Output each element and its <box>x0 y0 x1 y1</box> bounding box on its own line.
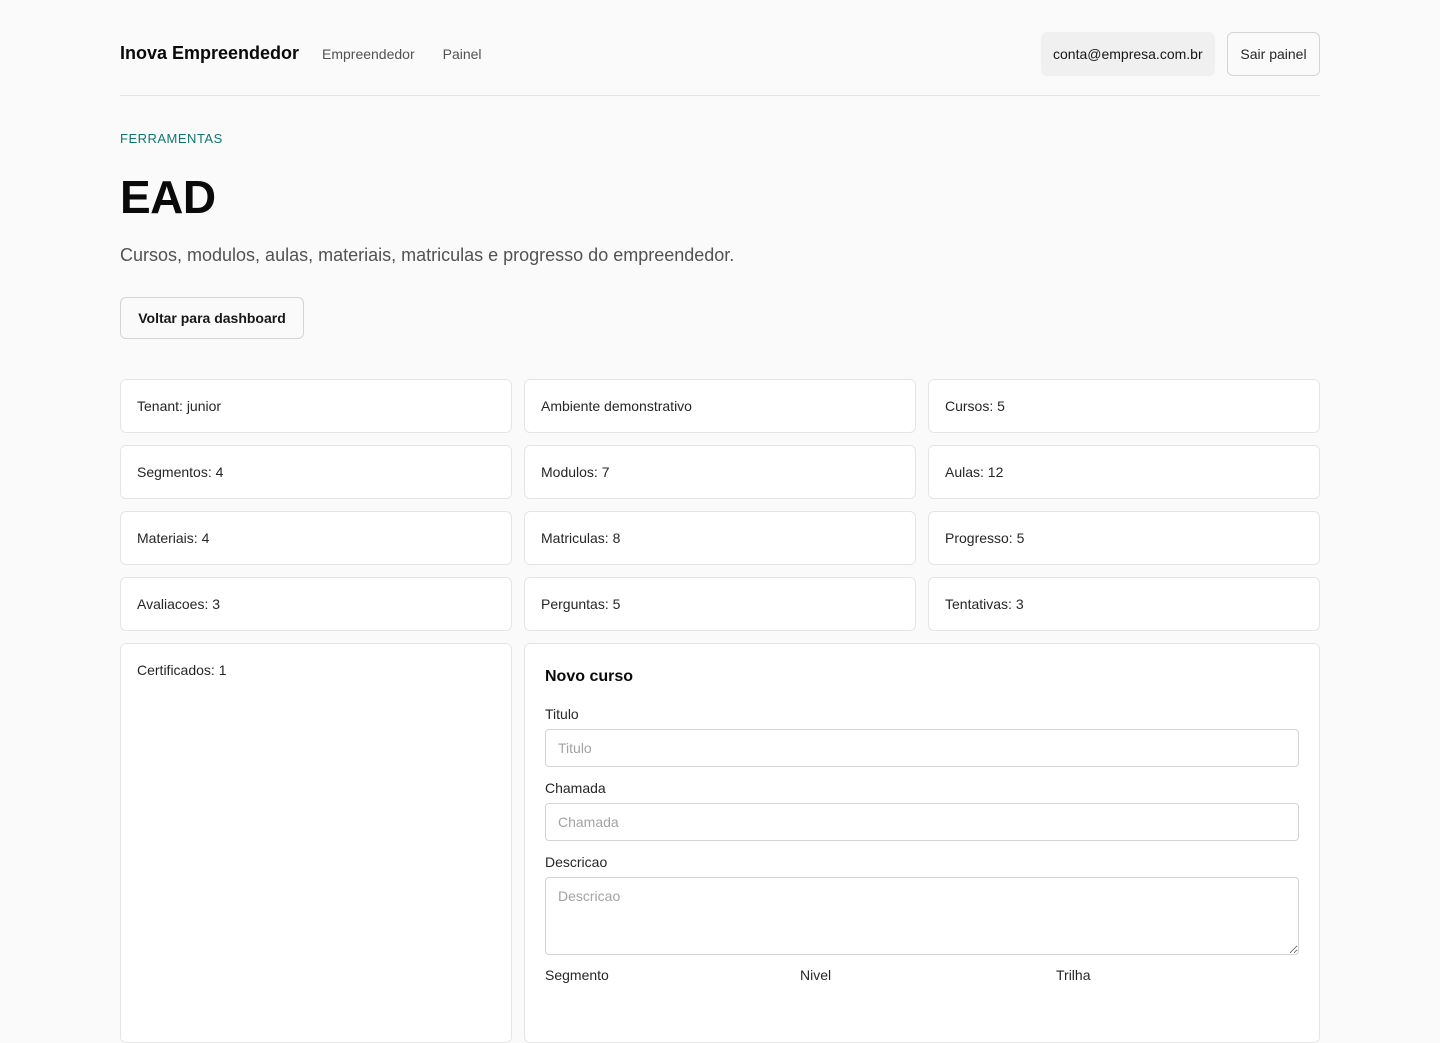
main-nav: Empreendedor Painel <box>322 46 482 62</box>
form-heading: Novo curso <box>545 668 634 685</box>
stat-card-segmentos: Segmentos: 4 <box>120 445 512 499</box>
nav-link-painel[interactable]: Painel <box>443 46 482 62</box>
stat-card-matriculas: Matriculas: 8 <box>524 511 916 565</box>
titulo-label: Titulo <box>545 706 579 722</box>
descricao-label: Descricao <box>545 854 608 870</box>
brand-title: Inova Empreendedor <box>120 43 300 63</box>
nivel-label: Nivel <box>800 967 832 983</box>
section-eyebrow: FERRAMENTAS <box>120 131 223 146</box>
page-title: EAD <box>120 171 216 223</box>
segmento-label: Segmento <box>545 967 609 983</box>
nav-link-empreendedor[interactable]: Empreendedor <box>322 46 415 62</box>
stat-card-tenant: Tenant: junior <box>120 379 512 433</box>
logout-button[interactable]: Sair painel <box>1227 32 1320 76</box>
certificados-count: Certificados: 1 <box>137 662 227 678</box>
stat-card-materiais: Materiais: 4 <box>120 511 512 565</box>
stat-card-modulos: Modulos: 7 <box>524 445 916 499</box>
titulo-input[interactable] <box>545 729 1299 767</box>
chamada-label: Chamada <box>545 780 606 796</box>
stat-card-avaliacoes: Avaliacoes: 3 <box>120 577 512 631</box>
trilha-label: Trilha <box>1056 967 1091 983</box>
account-email: conta@empresa.com.br <box>1041 32 1215 76</box>
back-to-dashboard-button[interactable]: Voltar para dashboard <box>120 297 304 339</box>
descricao-textarea[interactable] <box>545 877 1299 955</box>
chamada-input[interactable] <box>545 803 1299 841</box>
stat-card-aulas: Aulas: 12 <box>928 445 1320 499</box>
stat-card-progresso: Progresso: 5 <box>928 511 1320 565</box>
stat-card-perguntas: Perguntas: 5 <box>524 577 916 631</box>
stat-card-environment: Ambiente demonstrativo <box>524 379 916 433</box>
stat-card-cursos: Cursos: 5 <box>928 379 1320 433</box>
stats-grid: Tenant: junior Ambiente demonstrativo Cu… <box>120 379 1320 631</box>
page-subtitle: Cursos, modulos, aulas, materiais, matri… <box>120 245 735 265</box>
new-course-form: Novo curso Titulo Chamada Descricao Segm… <box>524 643 1320 1043</box>
top-header: Inova Empreendedor Empreendedor Painel c… <box>120 32 1320 96</box>
stat-card-tentativas: Tentativas: 3 <box>928 577 1320 631</box>
stat-card-certificados: Certificados: 1 <box>120 643 512 1043</box>
